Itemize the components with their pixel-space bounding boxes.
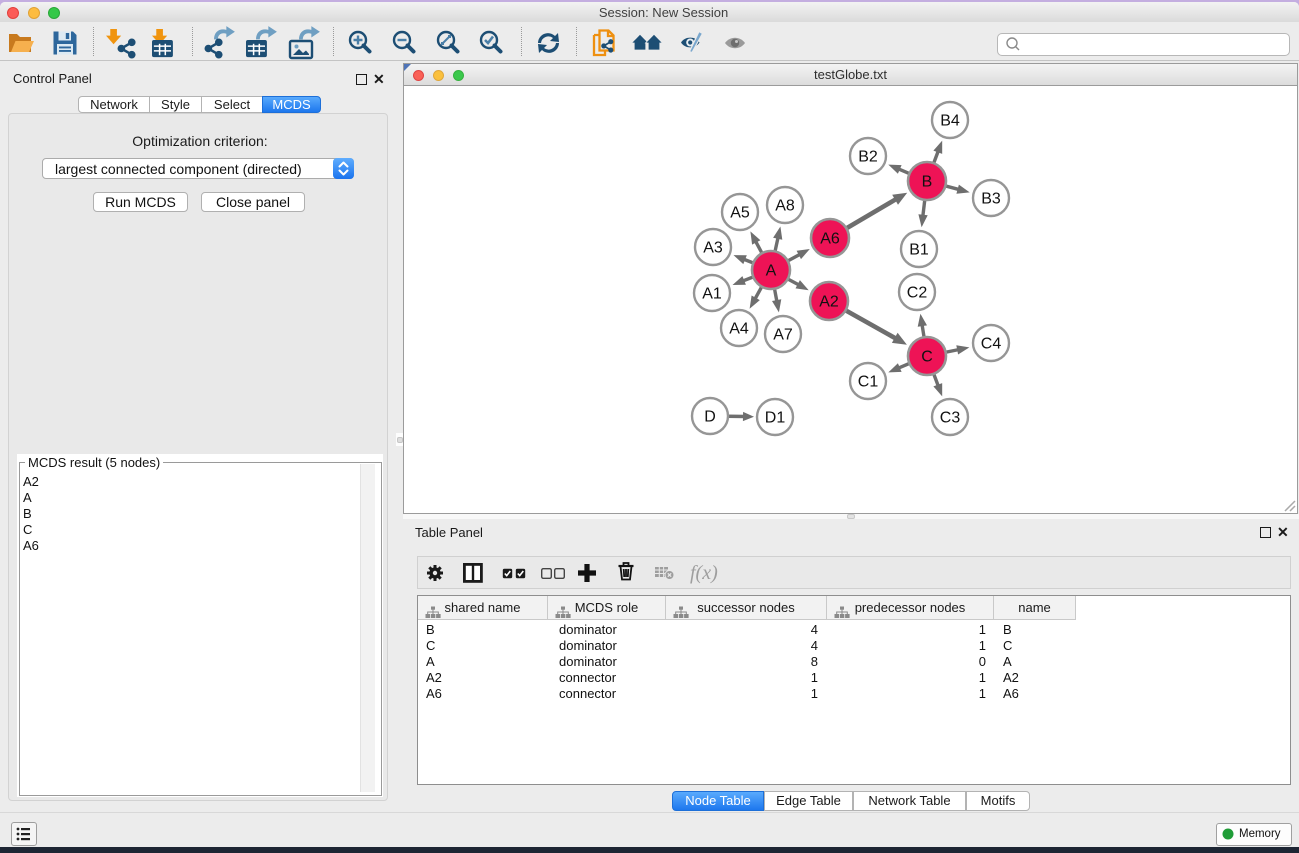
svg-text:f(x): f(x) — [690, 562, 718, 584]
svg-text:C3: C3 — [940, 410, 961, 427]
svg-text:D: D — [704, 409, 716, 426]
svg-text:B2: B2 — [858, 149, 878, 166]
svg-text:C: C — [921, 349, 933, 366]
svg-text:B4: B4 — [940, 113, 960, 130]
svg-text:B3: B3 — [981, 191, 1001, 208]
svg-text:C4: C4 — [981, 336, 1002, 353]
svg-text:D1: D1 — [765, 410, 786, 427]
svg-text:A: A — [766, 263, 777, 280]
svg-text:C1: C1 — [858, 374, 879, 391]
svg-text:A6: A6 — [820, 231, 840, 248]
svg-text:A3: A3 — [703, 240, 723, 257]
svg-text:B1: B1 — [909, 242, 929, 259]
svg-text:A5: A5 — [730, 205, 750, 222]
svg-text:A1: A1 — [702, 286, 722, 303]
svg-text:C2: C2 — [907, 285, 928, 302]
svg-text:A4: A4 — [729, 321, 749, 338]
svg-text:A7: A7 — [773, 327, 793, 344]
svg-text:B: B — [922, 174, 933, 191]
svg-text:A8: A8 — [775, 198, 795, 215]
svg-text:A2: A2 — [819, 294, 839, 311]
